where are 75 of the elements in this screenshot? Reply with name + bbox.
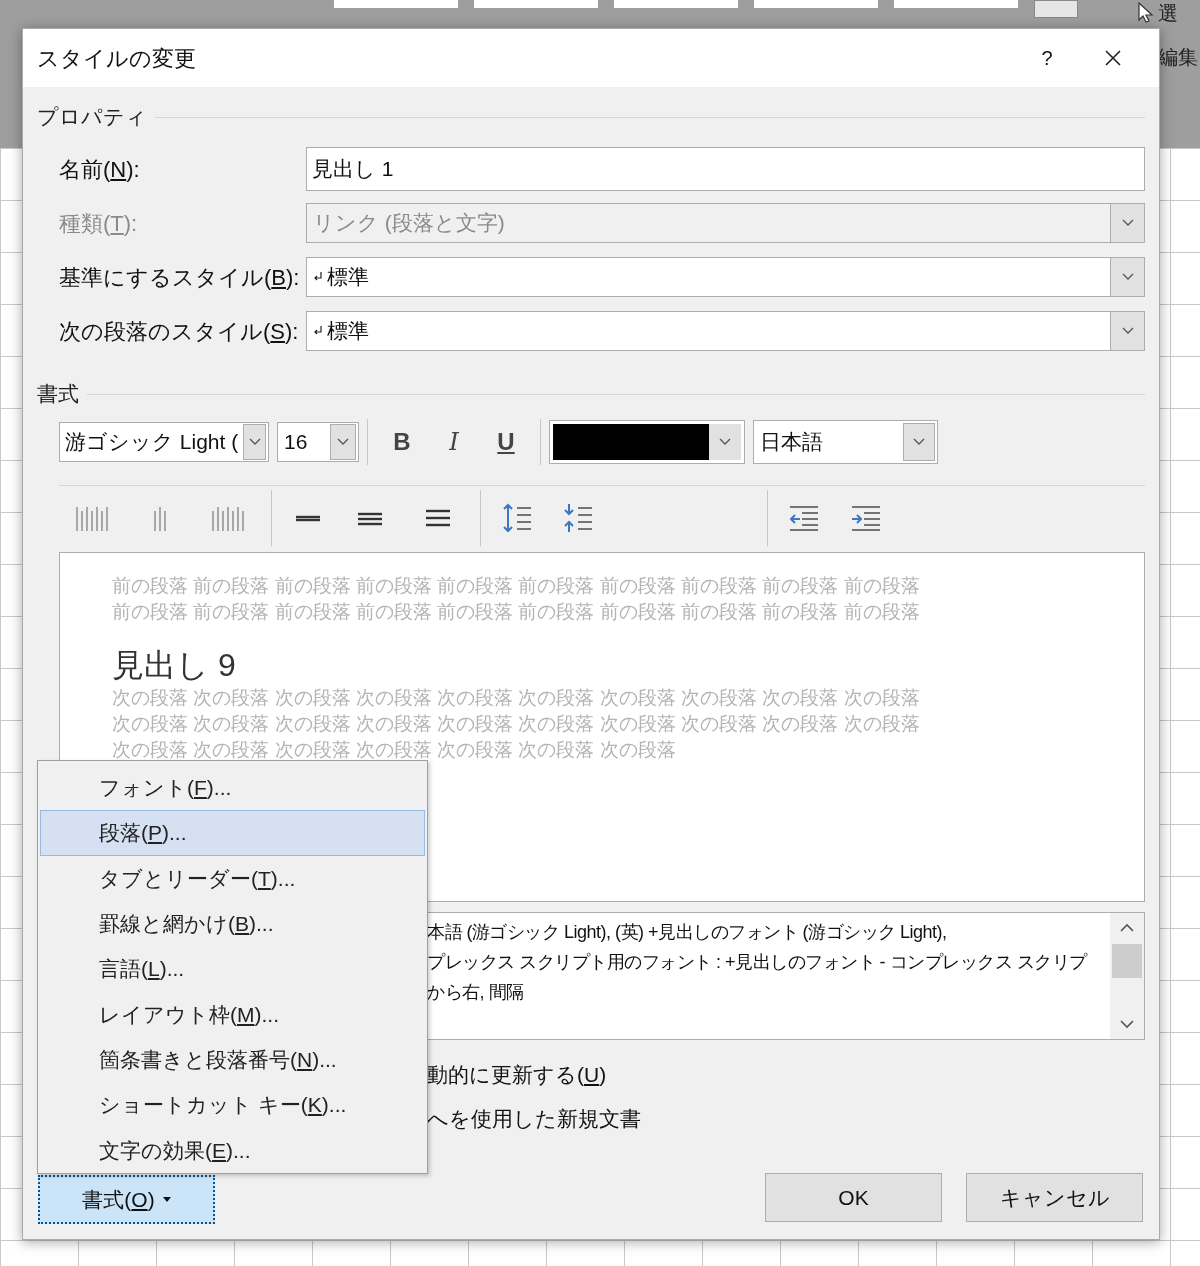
- menu-item[interactable]: フォント(F)...: [40, 765, 425, 811]
- italic-button[interactable]: I: [428, 424, 480, 460]
- section-heading: 書式: [37, 381, 79, 408]
- increase-spacing-icon[interactable]: [501, 502, 533, 534]
- dropdown-button[interactable]: [903, 423, 935, 461]
- section-heading: プロパティ: [37, 104, 147, 131]
- style-gallery-tile[interactable]: [334, 0, 458, 8]
- menu-item[interactable]: ショートカット キー(K)...: [40, 1082, 425, 1128]
- option-label[interactable]: 動的に更新する(U): [427, 1062, 1145, 1088]
- menu-item[interactable]: タブとリーダー(T)...: [40, 855, 425, 901]
- chevron-down-icon: [719, 438, 731, 446]
- preview-text: 次の段落 次の段落 次の段落 次の段落 次の段落 次の段落 次の段落: [112, 738, 677, 762]
- style-gallery-tile[interactable]: [894, 0, 1018, 8]
- name-field[interactable]: 見出し 1: [306, 147, 1145, 191]
- preview-text: 前の段落 前の段落 前の段落 前の段落 前の段落 前の段落 前の段落 前の段落 前の段落 前の段落: [112, 600, 921, 624]
- dropdown-value: リンク (段落と文字): [313, 210, 505, 237]
- underline-button[interactable]: U: [480, 424, 532, 460]
- field-label: 種類(T):: [59, 209, 139, 238]
- chevron-down-icon: [337, 438, 349, 446]
- scrollbar[interactable]: [1110, 913, 1144, 1039]
- dropdown-button[interactable]: [243, 424, 266, 460]
- increase-indent-icon[interactable]: [850, 504, 882, 532]
- close-icon: [1104, 49, 1122, 67]
- dropdown-value: 標準: [327, 264, 369, 291]
- language-dropdown[interactable]: 日本語: [753, 420, 938, 464]
- option-label[interactable]: へを使用した新規文書: [427, 1106, 1145, 1132]
- size-dropdown[interactable]: 16: [277, 422, 359, 462]
- dropdown-value: 標準: [327, 318, 369, 345]
- color-dropdown[interactable]: [549, 420, 745, 464]
- style-gallery-tile[interactable]: [474, 0, 598, 8]
- field-label: 名前(N):: [59, 155, 141, 184]
- menu-item[interactable]: 段落(P)...: [40, 810, 425, 856]
- dropdown-button[interactable]: [1110, 312, 1144, 350]
- menu-item[interactable]: レイアウト枠(M)...: [40, 991, 425, 1037]
- menu-item[interactable]: 文字の効果(E)...: [40, 1127, 425, 1173]
- dropdown-button[interactable]: [330, 424, 356, 460]
- style-gallery-tile[interactable]: [614, 0, 738, 8]
- description-text: から右, 間隔: [427, 981, 525, 1004]
- line-spacing-double-icon[interactable]: [425, 509, 451, 527]
- scroll-up-icon[interactable]: [1120, 923, 1134, 932]
- chevron-down-icon: [913, 438, 925, 446]
- menu-item[interactable]: 箇条書きと段落番号(N)...: [40, 1036, 425, 1083]
- caret-icon: [162, 1197, 171, 1202]
- cursor-arrow-icon: [1138, 2, 1154, 24]
- chevron-down-icon: [1121, 219, 1134, 227]
- field-label: 基準にするスタイル(B):: [59, 263, 301, 292]
- ok-button[interactable]: OK: [765, 1173, 942, 1222]
- preview-text: 次の段落 次の段落 次の段落 次の段落 次の段落 次の段落 次の段落 次の段落 次の段落 次の段落: [112, 712, 921, 736]
- menu-item[interactable]: 罫線と網かけ(B)...: [40, 901, 425, 947]
- description-text: プレックス スクリプト用のフォント : +見出しのフォント - コンプレックス スクリプ: [427, 951, 1089, 974]
- scroll-down-icon[interactable]: [1120, 1020, 1134, 1029]
- help-button[interactable]: ?: [1025, 36, 1069, 80]
- gallery-scroll-button[interactable]: [1034, 0, 1078, 18]
- decrease-spacing-icon[interactable]: [562, 502, 594, 534]
- bold-button[interactable]: B: [376, 424, 428, 460]
- preview-text: 前の段落 前の段落 前の段落 前の段落 前の段落 前の段落 前の段落 前の段落 前の段落 前の段落: [112, 574, 921, 598]
- menu-item[interactable]: 言語(L)...: [40, 946, 425, 992]
- dropdown-button[interactable]: [1110, 258, 1144, 296]
- format-menu-button[interactable]: 書式(O): [38, 1175, 215, 1224]
- font-dropdown[interactable]: 游ゴシック Light (: [59, 422, 269, 462]
- chevron-down-icon: [1121, 327, 1134, 335]
- preview-text: 次の段落 次の段落 次の段落 次の段落 次の段落 次の段落 次の段落 次の段落 次の段落 次の段落: [112, 686, 921, 710]
- window-title: スタイルの変更: [37, 44, 196, 73]
- decrease-indent-icon[interactable]: [788, 504, 820, 532]
- description-text: 本語 (游ゴシック Light), (英) +見出しのフォント (游ゴシック Light),: [427, 921, 948, 944]
- field-label: 次の段落のスタイル(S):: [59, 317, 300, 346]
- preview-heading: 見出し 9: [112, 646, 237, 685]
- ribbon-label[interactable]: 選: [1158, 3, 1178, 23]
- style-dropdown[interactable]: 標準: [306, 257, 1145, 297]
- style-gallery-tile[interactable]: [754, 0, 878, 8]
- scroll-thumb[interactable]: [1112, 944, 1142, 978]
- chevron-down-icon: [1121, 273, 1134, 281]
- cancel-button[interactable]: キャンセル: [966, 1173, 1143, 1222]
- style-dropdown[interactable]: 標準: [306, 311, 1145, 351]
- chevron-down-icon: [248, 438, 261, 446]
